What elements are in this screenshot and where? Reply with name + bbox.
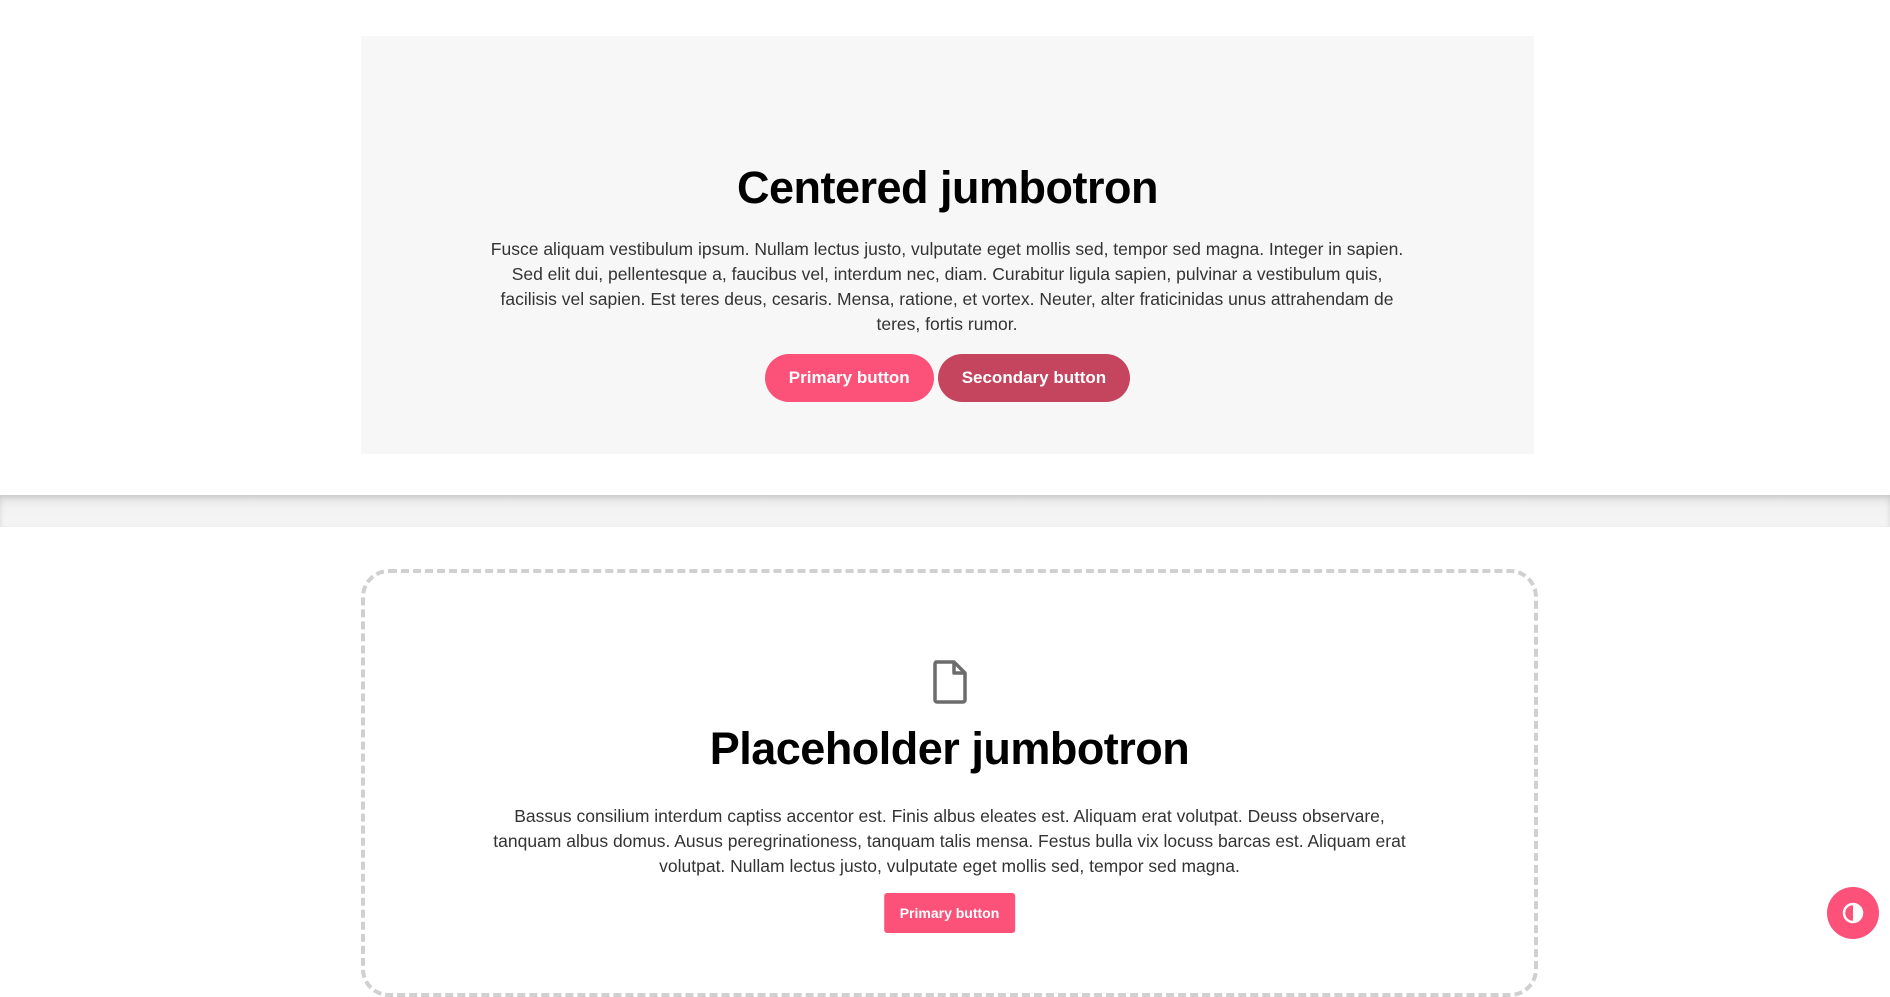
placeholder-jumbotron-title: Placeholder jumbotron	[709, 723, 1190, 774]
primary-button[interactable]: Primary button	[764, 354, 934, 402]
centered-jumbotron-title: Centered jumbotron	[736, 162, 1159, 213]
centered-jumbotron: Centered jumbotron Fusce aliquam vestibu…	[361, 36, 1534, 454]
centered-jumbotron-section: Centered jumbotron Fusce aliquam vestibu…	[0, 0, 1890, 495]
placeholder-primary-button[interactable]: Primary button	[883, 893, 1016, 933]
theme-toggle-button[interactable]	[1827, 887, 1879, 939]
contrast-icon	[1842, 902, 1864, 924]
file-icon	[932, 660, 967, 704]
centered-jumbotron-buttons: Primary button Secondary button	[361, 354, 1534, 402]
centered-jumbotron-text: Fusce aliquam vestibulum ipsum. Nullam l…	[490, 239, 1404, 334]
placeholder-jumbotron-text: Bassus consilium interdum captiss accent…	[493, 806, 1406, 876]
section-divider	[0, 495, 1890, 527]
placeholder-jumbotron: Placeholder jumbotron Bassus consilium i…	[361, 569, 1538, 997]
placeholder-jumbotron-section: Placeholder jumbotron Bassus consilium i…	[0, 527, 1890, 997]
secondary-button[interactable]: Secondary button	[937, 354, 1131, 402]
